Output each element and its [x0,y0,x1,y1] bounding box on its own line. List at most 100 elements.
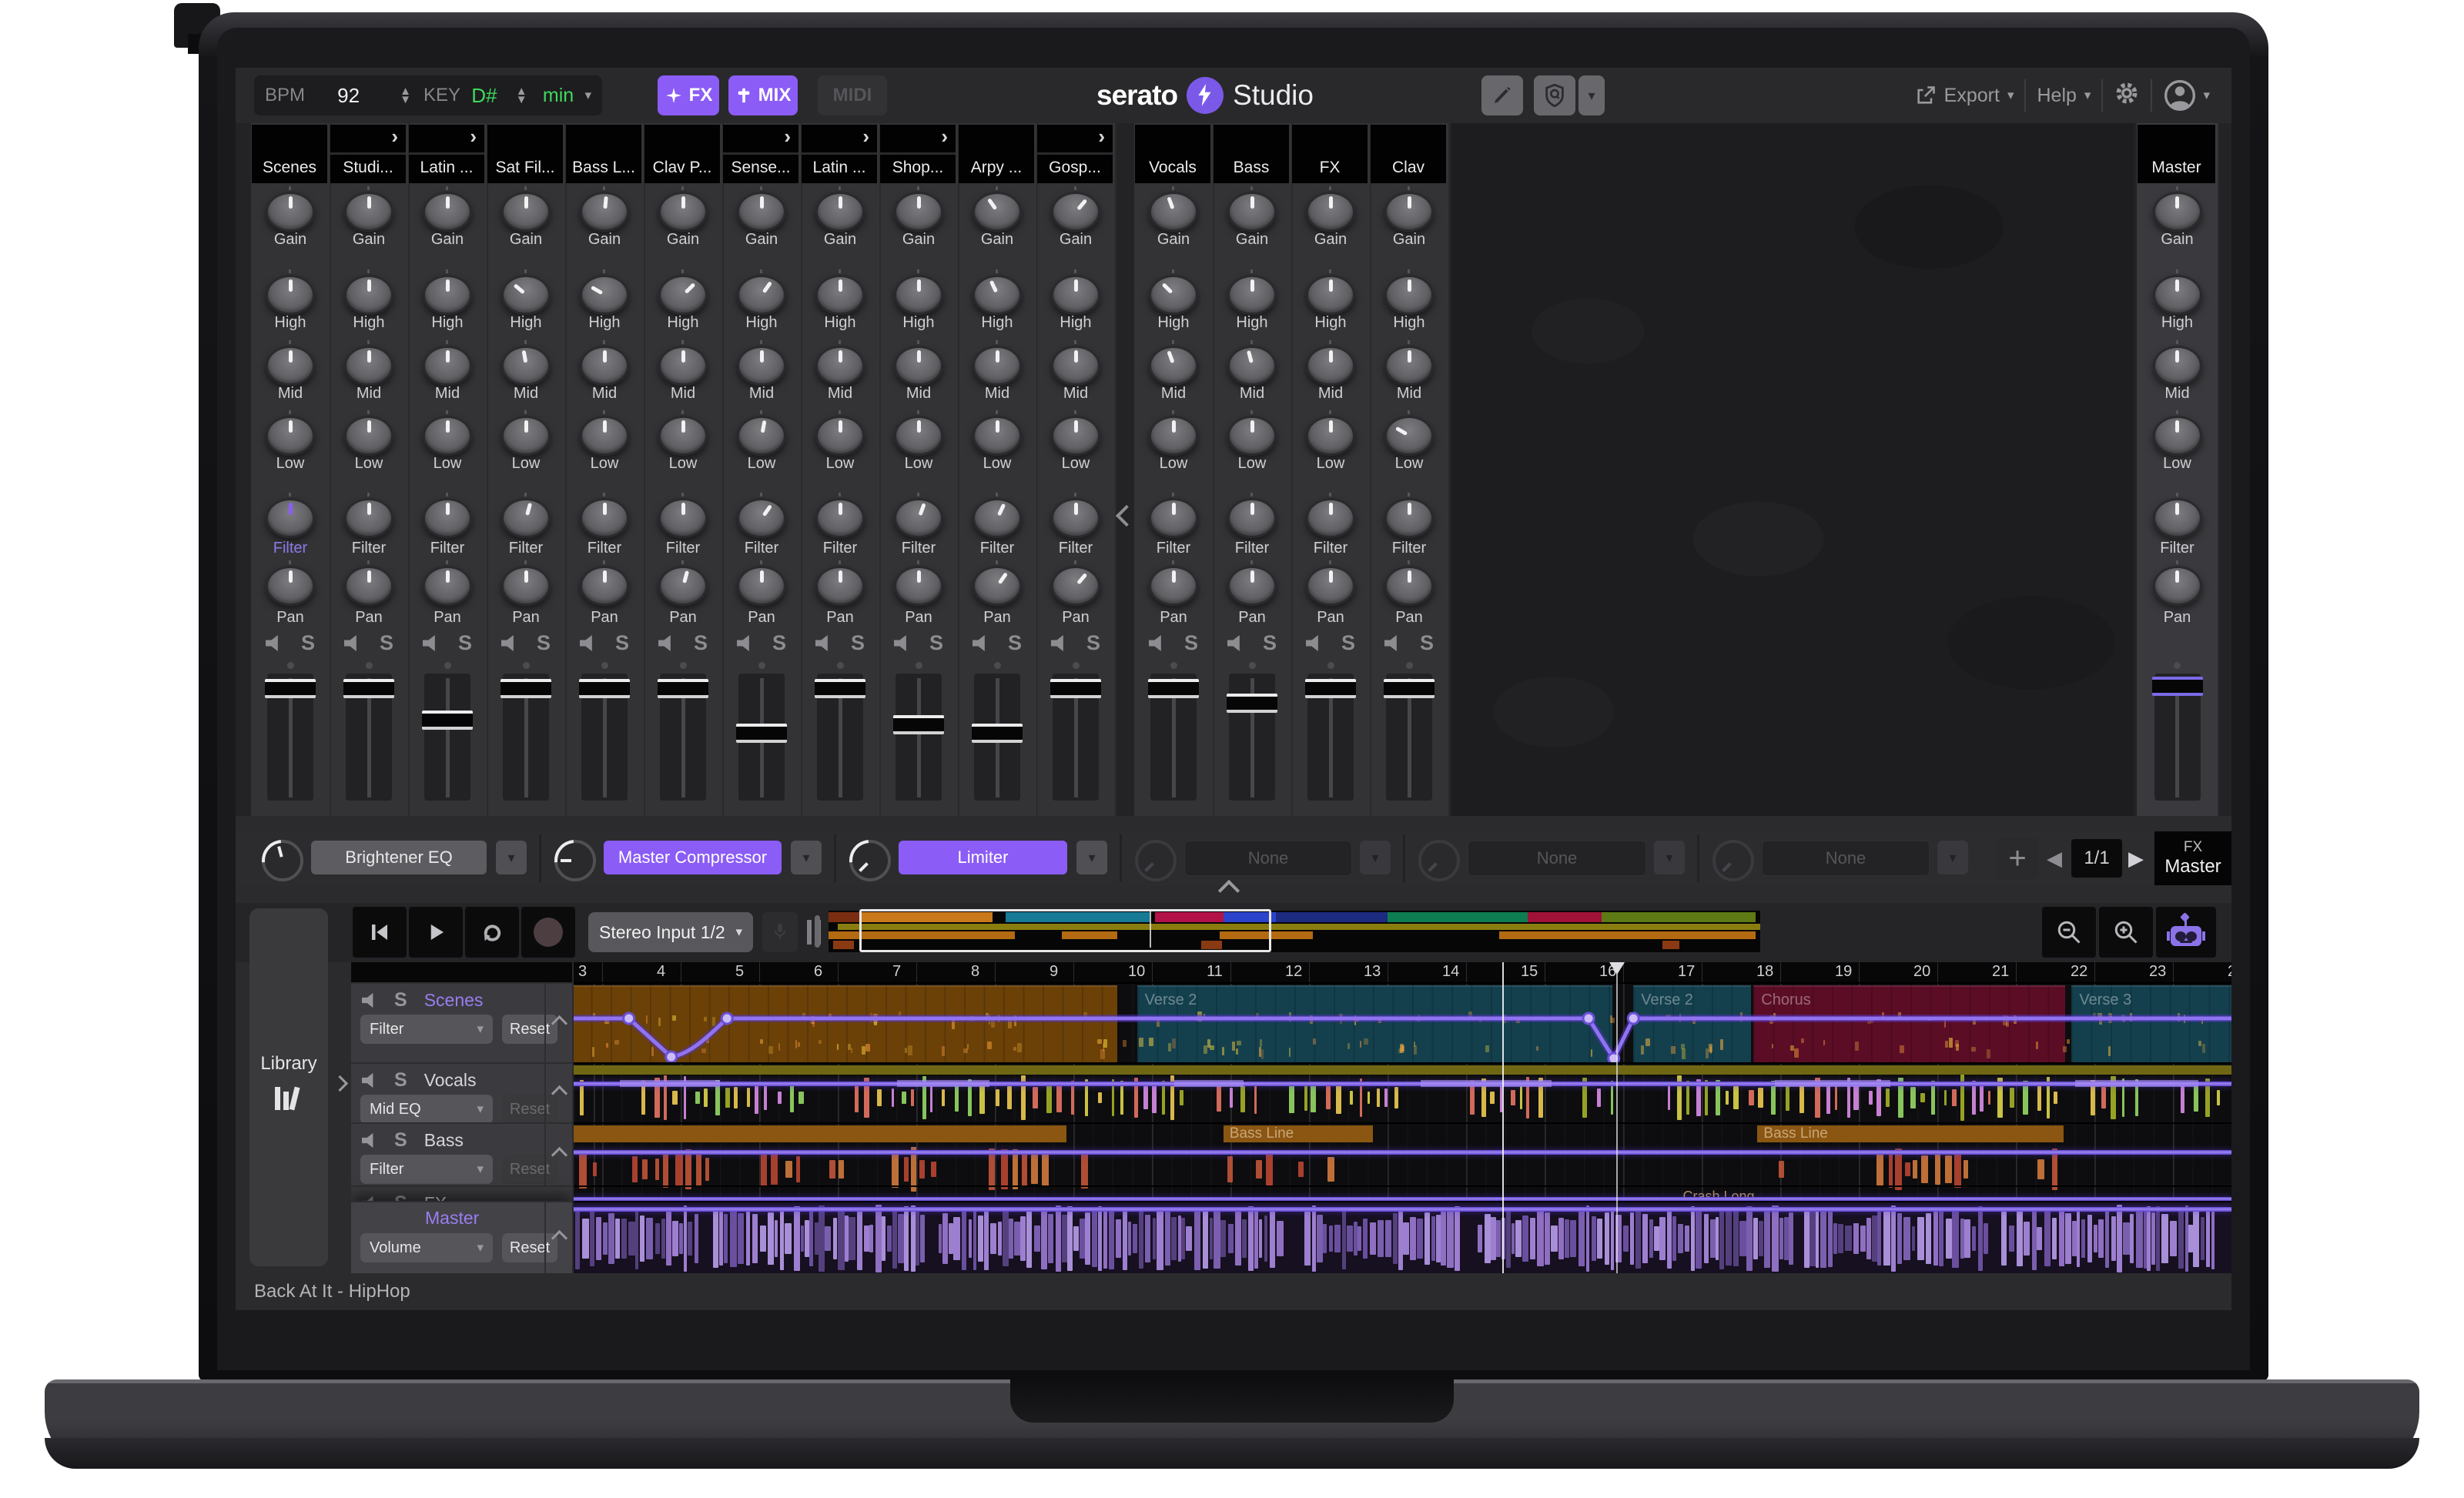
fx-slot-button[interactable]: None [1184,841,1352,876]
high-knob[interactable] [1384,275,1434,315]
track-solo-button[interactable]: S [394,1129,407,1152]
mute-speaker-icon[interactable] [344,635,361,652]
bass-automation-line[interactable] [574,1150,2231,1155]
volume-fader-cap[interactable] [972,724,1023,743]
gain-knob[interactable] [815,192,865,232]
mute-speaker-icon[interactable] [266,635,283,652]
fx-slot-button[interactable]: None [1762,841,1930,876]
filter-knob[interactable] [1227,498,1277,538]
filter-knob[interactable] [658,498,708,538]
gain-knob[interactable] [894,192,943,232]
playhead-marker-icon[interactable] [1609,962,1625,975]
channel-header[interactable]: ›Latin ... [409,125,484,183]
song-overview-strip[interactable] [829,911,1760,952]
settings-button[interactable] [2114,80,2140,112]
high-knob[interactable] [344,275,393,315]
gain-knob[interactable] [344,192,393,232]
channel-header[interactable]: Scenes [252,125,327,183]
low-knob[interactable] [973,416,1022,456]
high-knob[interactable] [1149,275,1198,315]
track-header-fx[interactable]: SFX [351,1185,572,1201]
low-knob[interactable] [1051,416,1100,456]
track-param-select[interactable]: Filter▾ [360,1155,493,1184]
channel-header[interactable]: ›Latin ... [802,125,877,183]
filter-knob[interactable] [1306,498,1355,538]
midi-button[interactable]: MIDI [818,75,887,115]
mid-knob[interactable] [266,346,315,386]
gain-knob[interactable] [1306,192,1355,232]
timeline-arrangement[interactable]: 3456789101112131415161718192021222324Ver… [574,962,2231,1273]
solo-button[interactable]: S [1420,631,1434,655]
high-knob[interactable] [2153,275,2202,315]
pan-knob[interactable] [1384,566,1434,606]
mid-knob[interactable] [423,346,472,386]
add-fx-button[interactable]: + [1996,838,2039,879]
solo-button[interactable]: S [458,631,472,655]
audio-input-select[interactable]: Stereo Input 1/2 ▾ [588,912,753,952]
overview-selection-box[interactable] [859,909,1271,952]
volume-fader-cap[interactable] [1384,679,1435,698]
mid-knob[interactable] [815,346,865,386]
playhead[interactable] [1616,962,1618,1273]
low-knob[interactable] [894,416,943,456]
mute-speaker-icon[interactable] [737,635,754,652]
high-knob[interactable] [894,275,943,315]
pan-knob[interactable] [1227,566,1277,606]
gain-knob[interactable] [501,192,551,232]
volume-fader-cap[interactable] [1227,694,1277,713]
expand-chevron-icon[interactable]: › [470,125,477,149]
track-header-vocals[interactable]: SVocalsMid EQ▾Reset [351,1062,572,1122]
gain-knob[interactable] [973,192,1022,232]
solo-button[interactable]: S [301,631,315,655]
high-knob[interactable] [423,275,472,315]
note-edit-button[interactable] [1481,75,1523,115]
mute-speaker-icon[interactable] [1149,635,1166,652]
fx-slot-caret[interactable]: ▾ [1360,841,1391,874]
volume-fader-cap[interactable] [1050,679,1101,698]
mid-knob[interactable] [973,346,1022,386]
mid-knob[interactable] [2153,346,2202,386]
solo-button[interactable]: S [615,631,629,655]
high-knob[interactable] [501,275,551,315]
fx-amount-knob[interactable] [1712,840,1754,881]
pan-knob[interactable] [894,566,943,606]
track-mute-icon[interactable] [362,993,377,1008]
volume-fader-track[interactable] [424,674,470,801]
filter-knob[interactable] [1149,498,1198,538]
mid-knob[interactable] [658,346,708,386]
pan-knob[interactable] [1306,566,1355,606]
mid-knob[interactable] [501,346,551,386]
filter-knob[interactable] [580,498,629,538]
pan-knob[interactable] [580,566,629,606]
track-collapse-button[interactable] [544,984,572,1062]
fx-slot-caret[interactable]: ▾ [1937,841,1968,874]
collapse-left-icon[interactable] [1119,508,1134,523]
low-knob[interactable] [1149,416,1198,456]
filter-knob[interactable] [2153,498,2202,538]
gain-knob[interactable] [1384,192,1434,232]
zoom-out-button[interactable] [2042,907,2096,958]
mute-speaker-icon[interactable] [815,635,832,652]
volume-fader-cap[interactable] [343,679,394,698]
track-lane-scenes[interactable]: Verse 2Verse 2ChorusVerse 3 [574,982,2231,1064]
mid-knob[interactable] [344,346,393,386]
track-mute-icon[interactable] [362,1073,377,1088]
solo-button[interactable]: S [929,631,943,655]
pan-knob[interactable] [501,566,551,606]
low-knob[interactable] [2153,416,2202,456]
high-knob[interactable] [580,275,629,315]
high-knob[interactable] [1227,275,1277,315]
gain-knob[interactable] [658,192,708,232]
filter-knob[interactable] [501,498,551,538]
solo-button[interactable]: S [694,631,708,655]
mute-speaker-icon[interactable] [423,635,440,652]
pan-knob[interactable] [973,566,1022,606]
loop-button[interactable] [465,907,519,958]
fx-page-prev-button[interactable]: ◀ [2047,847,2062,871]
ai-assistant-button[interactable] [2156,907,2216,958]
expand-chevron-icon[interactable]: › [1098,125,1105,149]
low-knob[interactable] [344,416,393,456]
mute-speaker-icon[interactable] [658,635,675,652]
fx-amount-knob[interactable] [1135,840,1177,881]
pan-knob[interactable] [423,566,472,606]
